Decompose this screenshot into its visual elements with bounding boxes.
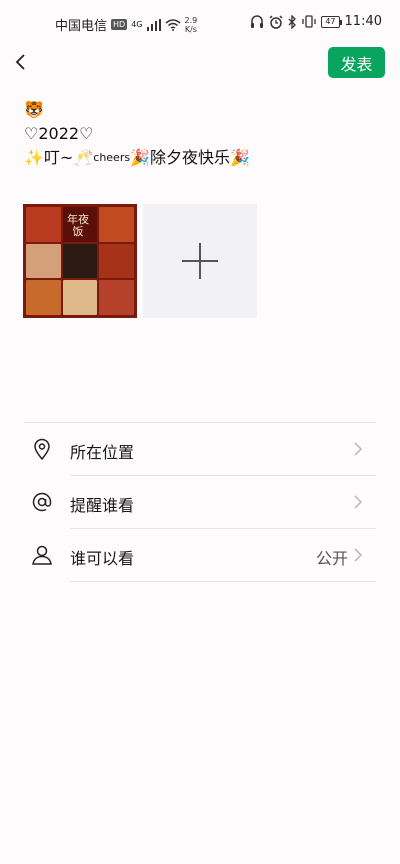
post-text-area[interactable]: 🐯 ♡2022♡ ✨叮~🥂cheers🎉除夕夜快乐🎉 xyxy=(24,98,384,170)
visibility-value: 公开 xyxy=(315,549,348,568)
food-photo xyxy=(99,280,134,315)
post-line-2: ♡2022♡ xyxy=(24,124,94,143)
nav-bar: 发表 xyxy=(0,44,400,80)
battery-indicator: 47 xyxy=(321,15,342,28)
alarm-icon xyxy=(269,14,283,29)
person-icon xyxy=(32,545,52,565)
photo-thumbnail[interactable]: 年夜饭 xyxy=(23,204,137,318)
food-photo xyxy=(26,207,61,242)
back-arrow-icon[interactable] xyxy=(10,50,34,74)
headphones-icon xyxy=(251,15,264,28)
food-photo xyxy=(99,243,134,279)
signal-bars-icon xyxy=(146,18,161,31)
location-label: 所在位置 xyxy=(70,443,135,462)
vibrate-icon xyxy=(302,15,316,28)
food-photo xyxy=(26,280,61,315)
add-photo-button[interactable] xyxy=(143,204,257,318)
location-pin-icon xyxy=(34,438,50,461)
status-right: 47 11:40 xyxy=(250,14,382,29)
visibility-label: 谁可以看 xyxy=(70,549,135,568)
photo-caption: 年夜饭 xyxy=(67,213,89,238)
chevron-right-icon xyxy=(354,548,362,562)
wifi-icon xyxy=(165,18,180,31)
food-photo xyxy=(62,243,98,279)
speed-value: 2.9 xyxy=(184,15,198,25)
signal-type: 4G xyxy=(131,20,143,29)
post-line-3-start: ✨叮~🥂 xyxy=(24,148,94,167)
status-left: 中国电信 HD 4G 2.9 K/s xyxy=(55,15,198,35)
visibility-row[interactable]: 谁可以看 公开 xyxy=(24,529,376,582)
location-row[interactable]: 所在位置 xyxy=(24,423,376,476)
speed-unit: K/s xyxy=(184,24,197,34)
hd-badge: HD xyxy=(111,19,128,30)
post-line-3-cheers: cheers xyxy=(93,151,131,164)
publish-button[interactable]: 发表 xyxy=(328,47,385,78)
status-bar: 中国电信 HD 4G 2.9 K/s 47 11:40 xyxy=(0,0,400,46)
post-line-3: ✨叮~🥂cheers🎉除夕夜快乐🎉 xyxy=(24,146,384,170)
food-photo xyxy=(26,243,61,279)
remind-row[interactable]: 提醒谁看 xyxy=(24,476,376,529)
remind-label: 提醒谁看 xyxy=(70,496,135,515)
clock-time: 11:40 xyxy=(344,14,382,29)
bluetooth-icon xyxy=(288,14,297,29)
divider xyxy=(70,581,376,582)
chevron-right-icon xyxy=(354,442,362,456)
food-photo xyxy=(62,280,98,315)
carrier-name: 中国电信 xyxy=(55,19,108,34)
post-line-3-end: 🎉除夕夜快乐🎉 xyxy=(130,148,250,167)
network-speed: 2.9 K/s xyxy=(185,16,198,34)
post-line-1: 🐯 xyxy=(24,100,44,119)
at-sign-icon xyxy=(32,492,52,512)
food-photo xyxy=(99,207,134,242)
chevron-right-icon xyxy=(354,495,362,509)
